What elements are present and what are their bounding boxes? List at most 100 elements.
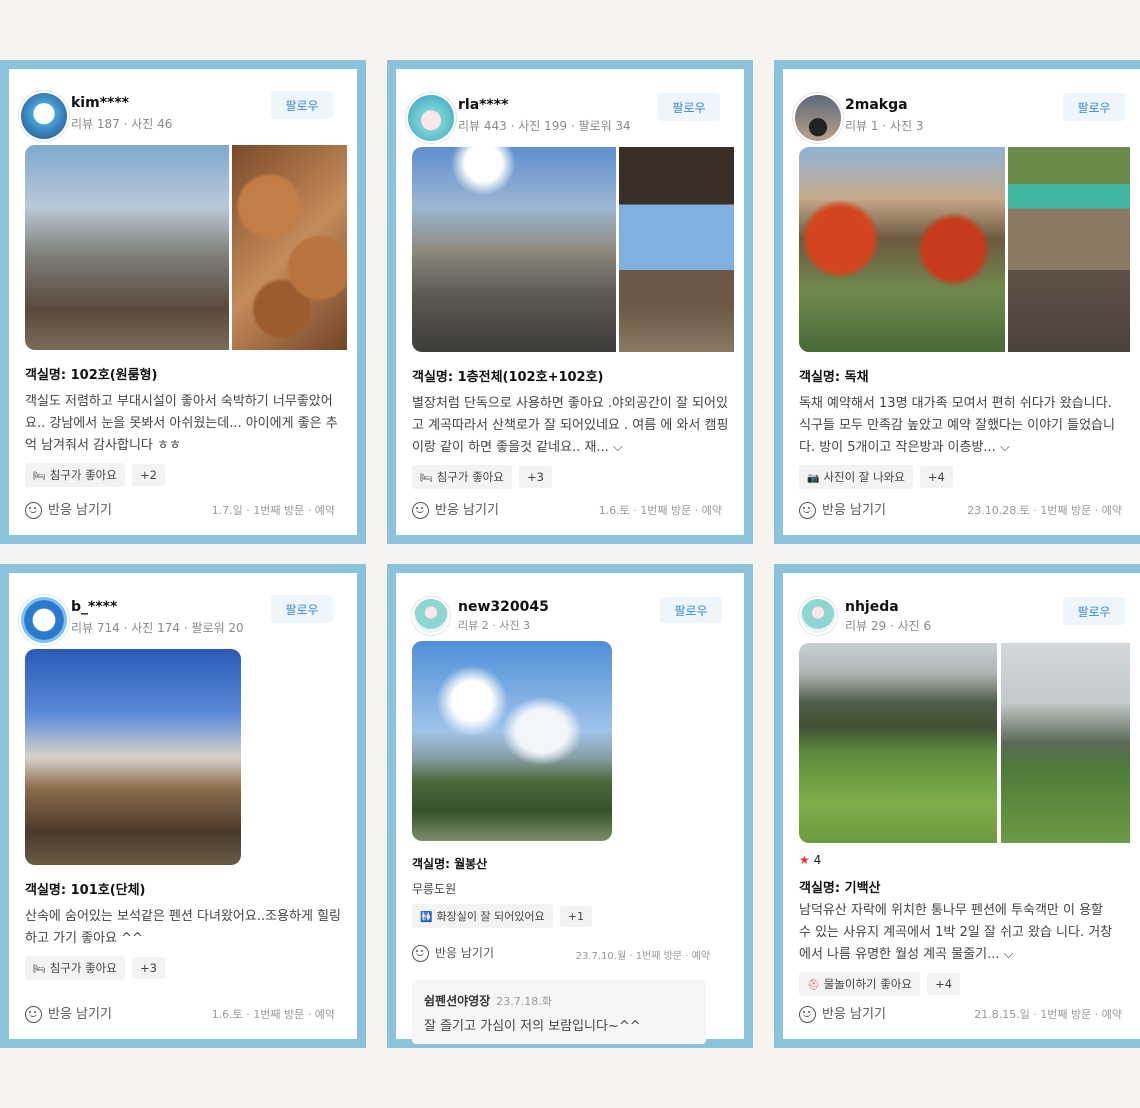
review-photo[interactable] [412,147,616,352]
review-card: 2makga 리뷰 1 · 사진 3 팔로우 객실명: 독채 독채 예약해서 1… [774,60,1140,544]
username[interactable]: kim**** [71,95,129,111]
visit-info: 1.7.일 · 1번째 방문 · 예약 [211,504,335,517]
smile-icon [25,502,42,519]
review-text[interactable]: 산속에 숨어있는 보석같은 펜션 다녀왔어요..조용하게 힐링하고 가기 좋아요… [25,906,341,950]
keyword-tags: 🛏 침구가 좋아요 +3 [25,956,347,980]
room-name: 객실명: 1층전체(102호+102호) [412,370,604,385]
review-text[interactable]: 별장처럼 단독으로 사용하면 좋아요 .야외공간이 잘 되어있고 계곡따라서 산… [412,393,732,459]
review-photo[interactable] [232,145,347,350]
keyword-tag: ⛑ 물놀이하기 좋아요 [799,972,920,996]
keyword-tag: 🛏 침구가 좋아요 [25,956,125,980]
follow-button[interactable]: 팔로우 [660,597,722,623]
owner-reply: 쉼펜션야영장 23.7.18.화 잘 즐기고 가심이 저의 보람입니다~^^ [412,980,706,1044]
review-text[interactable]: 무릉도원 [412,878,734,900]
photo-carousel[interactable] [25,649,243,865]
more-tags-badge[interactable]: +3 [518,466,552,488]
photo-carousel[interactable] [25,145,347,350]
avatar[interactable] [412,597,450,635]
user-stats: 리뷰 29 · 사진 6 [845,619,932,633]
review-card: nhjeda 리뷰 29 · 사진 6 팔로우 ★ 4 객실명: 기백산 남덕유… [774,564,1140,1048]
username[interactable]: new320045 [458,599,549,615]
review-card: new320045 리뷰 2 · 사진 3 팔로우 객실명: 월봉산 무릉도원 … [387,564,753,1048]
reply-author: 쉼펜션야영장 [424,994,491,1008]
star-icon: ★ [799,853,810,867]
room-name: 객실명: 102호(원룸형) [25,368,158,383]
visit-info: 1.6.토 · 1번째 방문 · 예약 [211,1008,335,1021]
more-tags-badge[interactable]: +3 [131,957,165,979]
more-tags-badge[interactable]: +4 [919,466,953,488]
smile-icon [799,1006,816,1023]
photo-carousel[interactable] [799,643,1130,843]
avatar[interactable] [799,597,837,635]
follow-button[interactable]: 팔로우 [271,91,333,119]
user-stats: 리뷰 2 · 사진 3 [458,619,530,632]
review-text[interactable]: 독채 예약해서 13명 대가족 모여서 편히 쉬다가 왔습니다. 식구들 모두 … [799,393,1117,459]
react-button[interactable]: 반응 남기기 [799,499,886,519]
review-photo[interactable] [1008,147,1130,352]
avatar[interactable] [793,93,843,143]
smile-icon [799,502,816,519]
visit-info: 23.10.28.토 · 1번째 방문 · 예약 [967,504,1122,517]
keyword-tags: 📷 사진이 잘 나와요 +4 [799,465,1130,489]
bed-icon: 🛏 [420,473,433,484]
avatar[interactable] [406,93,456,143]
keyword-tags: ⛑ 물놀이하기 좋아요 +4 [799,972,1130,996]
photo-carousel[interactable] [412,641,612,841]
room-name: 객실명: 월봉산 [412,857,488,871]
reply-date: 23.7.18.화 [496,995,552,1008]
room-name: 객실명: 101호(단체) [25,883,146,898]
review-photo[interactable] [799,147,1005,352]
username[interactable]: 2makga [845,97,908,113]
follow-button[interactable]: 팔로우 [1063,93,1125,121]
review-card: kim**** 리뷰 187 · 사진 46 팔로우 객실명: 102호(원룸형… [0,60,366,544]
photo-carousel[interactable] [799,147,1130,352]
review-photo[interactable] [619,147,734,352]
photo-carousel[interactable] [412,147,734,352]
review-photo[interactable] [25,145,229,350]
follow-button[interactable]: 팔로우 [658,93,720,121]
keyword-tag: 🛏 침구가 좋아요 [25,463,125,487]
room-name: 객실명: 독채 [799,370,869,385]
react-button[interactable]: 반응 남기기 [412,499,499,519]
visit-info: 23.7.10.월 · 1번째 방문 · 예약 [575,951,710,962]
smile-icon [25,1006,42,1023]
restroom-icon: 🚻 [420,912,433,923]
rating: ★ 4 [799,853,822,867]
user-stats: 리뷰 187 · 사진 46 [71,117,173,131]
keyword-tag: 📷 사진이 잘 나와요 [799,465,913,489]
keyword-tag: 🚻 화장실이 잘 되어있어요 [412,904,553,928]
username[interactable]: b_**** [71,599,117,615]
react-button[interactable]: 반응 남기기 [25,499,112,519]
review-text[interactable]: 남덕유산 자락에 위치한 통나무 펜션에 투숙객만 이 용할 수 있는 사유지 … [799,900,1117,966]
visit-info: 1.6.토 · 1번째 방문 · 예약 [598,504,722,517]
avatar[interactable] [19,91,69,141]
more-tags-badge[interactable]: +2 [131,464,165,486]
user-stats: 리뷰 1 · 사진 3 [845,119,924,133]
camera-icon: 📷 [807,473,820,484]
review-photo[interactable] [1001,643,1130,843]
more-tags-badge[interactable]: +4 [927,973,961,995]
room-name: 객실명: 기백산 [799,881,881,896]
react-button[interactable]: 반응 남기기 [25,1003,112,1023]
lifebuoy-icon: ⛑ [807,980,820,991]
review-photo[interactable] [799,643,997,843]
more-tags-badge[interactable]: +1 [559,905,592,927]
review-text[interactable]: 객실도 저렴하고 부대시설이 좋아서 숙박하기 너무좋았어요.. 강남에서 눈을… [25,391,339,457]
user-stats: 리뷰 443 · 사진 199 · 팔로워 34 [458,119,631,133]
review-photo[interactable] [25,649,241,865]
react-button[interactable]: 반응 남기기 [799,1003,886,1023]
smile-icon [412,945,429,962]
review-photo[interactable] [412,641,612,841]
follow-button[interactable]: 팔로우 [271,595,333,623]
react-button[interactable]: 반응 남기기 [412,944,494,962]
username[interactable]: rla**** [458,97,508,113]
avatar[interactable] [19,595,69,645]
follow-button[interactable]: 팔로우 [1063,597,1125,625]
review-card: b_**** 리뷰 714 · 사진 174 · 팔로워 20 팔로우 객실명:… [0,564,366,1048]
keyword-tags: 🛏 침구가 좋아요 +3 [412,465,734,489]
keyword-tag: 🛏 침구가 좋아요 [412,465,512,489]
visit-info: 21.8.15.일 · 1번째 방문 · 예약 [974,1008,1122,1021]
keyword-tags: 🛏 침구가 좋아요 +2 [25,463,347,487]
username[interactable]: nhjeda [845,599,899,615]
bed-icon: 🛏 [33,471,46,482]
